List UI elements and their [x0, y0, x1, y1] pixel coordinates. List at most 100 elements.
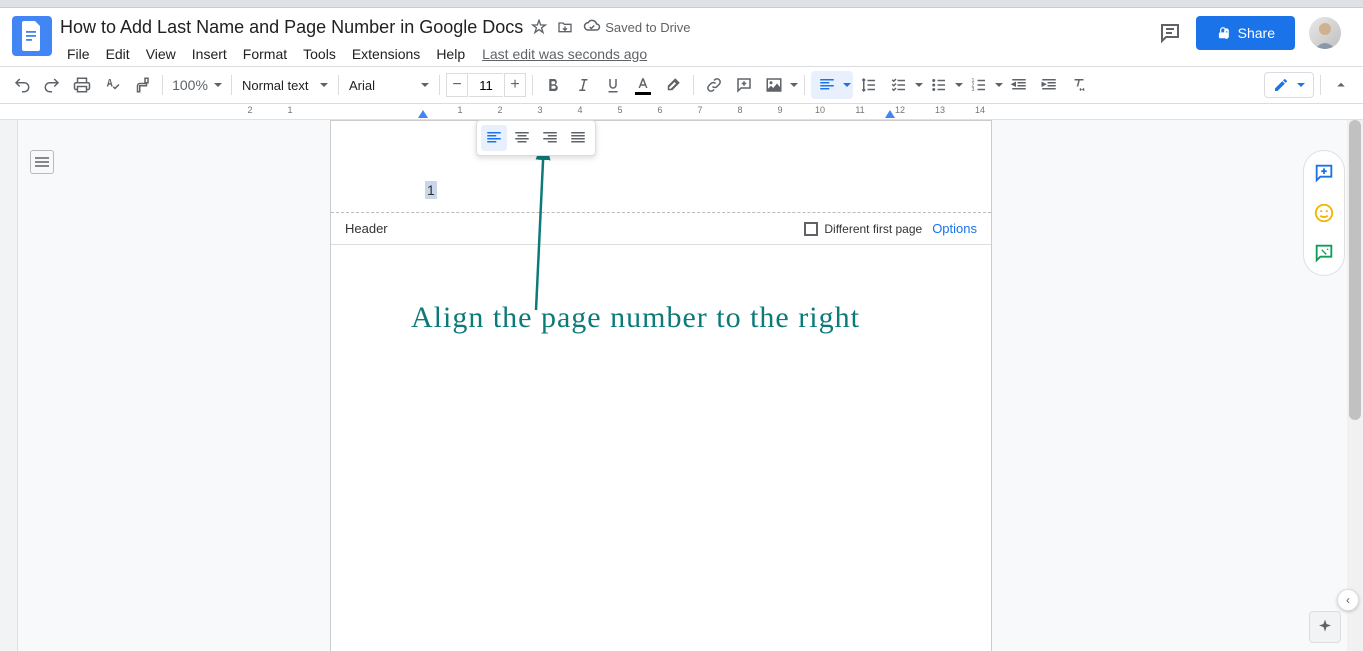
text-color-icon[interactable] — [629, 71, 657, 99]
bulleted-list-icon — [925, 71, 953, 99]
align-justify-option[interactable] — [565, 125, 591, 151]
numbered-list-icon: 123 — [965, 71, 993, 99]
vertical-ruler[interactable] — [0, 120, 18, 651]
font-dropdown[interactable]: Arial — [345, 71, 433, 99]
menu-view[interactable]: View — [139, 42, 183, 66]
ruler-num: 2 — [247, 105, 252, 115]
italic-icon[interactable] — [569, 71, 597, 99]
paint-format-icon[interactable] — [128, 71, 156, 99]
titlebar: How to Add Last Name and Page Number in … — [0, 8, 1363, 66]
redo-icon[interactable] — [38, 71, 66, 99]
menu-help[interactable]: Help — [429, 42, 472, 66]
comment-history-icon[interactable] — [1158, 21, 1182, 45]
horizontal-ruler[interactable]: 2 1 1 2 3 4 5 6 7 8 9 10 11 12 13 14 — [0, 104, 1363, 120]
align-popup — [476, 120, 596, 156]
numbered-list-dropdown[interactable]: 123 — [965, 71, 1003, 99]
ruler-num: 6 — [657, 105, 662, 115]
underline-icon[interactable] — [599, 71, 627, 99]
editing-mode-dropdown[interactable] — [1264, 72, 1314, 98]
menu-tools[interactable]: Tools — [296, 42, 343, 66]
menu-edit[interactable]: Edit — [99, 42, 137, 66]
hide-menus-icon[interactable] — [1327, 71, 1355, 99]
ruler-num: 3 — [537, 105, 542, 115]
indent-marker-left[interactable] — [418, 110, 428, 118]
bold-icon[interactable] — [539, 71, 567, 99]
vertical-scrollbar[interactable] — [1347, 120, 1363, 651]
align-icon — [813, 71, 841, 99]
docs-logo-icon[interactable] — [12, 16, 52, 56]
toolbar: 100% Normal text Arial − + 123 — [0, 66, 1363, 104]
different-first-page-checkbox[interactable]: Different first page — [804, 222, 922, 236]
annotation-text: Align the page number to the right — [411, 301, 860, 335]
menu-bar: File Edit View Insert Format Tools Exten… — [60, 42, 1158, 66]
checklist-dropdown[interactable] — [885, 71, 923, 99]
ruler-num: 14 — [975, 105, 985, 115]
ruler-num: 2 — [497, 105, 502, 115]
user-avatar[interactable] — [1309, 17, 1341, 49]
increase-indent-icon[interactable] — [1035, 71, 1063, 99]
align-center-option[interactable] — [509, 125, 535, 151]
font-size-control: − + — [446, 73, 526, 97]
decrease-indent-icon[interactable] — [1005, 71, 1033, 99]
menu-format[interactable]: Format — [236, 42, 294, 66]
menu-insert[interactable]: Insert — [185, 42, 234, 66]
page-number[interactable]: 1 — [425, 181, 437, 199]
ruler-num: 10 — [815, 105, 825, 115]
print-icon[interactable] — [68, 71, 96, 99]
suggest-edits-icon[interactable] — [1312, 241, 1336, 265]
ruler-num: 12 — [895, 105, 905, 115]
explore-button[interactable] — [1309, 611, 1341, 643]
font-size-decrease[interactable]: − — [446, 73, 468, 97]
indent-marker-right[interactable] — [885, 110, 895, 118]
ruler-num: 1 — [287, 105, 292, 115]
header-options-dropdown[interactable]: Options — [932, 221, 977, 236]
line-spacing-icon — [855, 71, 883, 99]
scrollbar-thumb[interactable] — [1349, 120, 1361, 420]
style-value: Normal text — [242, 78, 308, 93]
zoom-dropdown[interactable]: 100% — [169, 71, 225, 99]
ruler-num: 13 — [935, 105, 945, 115]
bulleted-list-dropdown[interactable] — [925, 71, 963, 99]
highlight-icon[interactable] — [659, 71, 687, 99]
document-title[interactable]: How to Add Last Name and Page Number in … — [60, 17, 523, 38]
tab-scroll-arrow[interactable]: ‹ — [1337, 589, 1359, 611]
ruler-num: 4 — [577, 105, 582, 115]
styles-dropdown[interactable]: Normal text — [238, 71, 332, 99]
last-edit-link[interactable]: Last edit was seconds ago — [482, 46, 647, 62]
clear-formatting-icon[interactable] — [1065, 71, 1093, 99]
ruler-num: 7 — [697, 105, 702, 115]
svg-text:3: 3 — [972, 87, 975, 93]
ruler-num: 8 — [737, 105, 742, 115]
move-icon[interactable] — [557, 19, 573, 35]
options-label: Options — [932, 221, 977, 236]
outline-toggle-icon[interactable] — [30, 150, 54, 174]
header-label: Header — [345, 221, 388, 236]
ruler-num: 1 — [457, 105, 462, 115]
line-spacing-dropdown[interactable] — [855, 71, 883, 99]
star-icon[interactable] — [531, 19, 547, 35]
document-page[interactable]: 1 Header Different first page Options Al… — [330, 120, 992, 651]
different-first-label: Different first page — [824, 222, 922, 236]
checkbox-icon — [804, 222, 818, 236]
spellcheck-icon[interactable] — [98, 71, 126, 99]
insert-link-icon[interactable] — [700, 71, 728, 99]
header-zone[interactable]: 1 — [331, 121, 991, 213]
font-value: Arial — [349, 78, 375, 93]
saved-status[interactable]: Saved to Drive — [583, 18, 690, 36]
zoom-value: 100% — [172, 77, 208, 93]
align-left-option[interactable] — [481, 125, 507, 151]
align-dropdown[interactable] — [811, 71, 853, 99]
side-tools — [1303, 150, 1345, 276]
undo-icon[interactable] — [8, 71, 36, 99]
font-size-increase[interactable]: + — [504, 73, 526, 97]
insert-image-dropdown[interactable] — [760, 71, 798, 99]
share-button[interactable]: Share — [1196, 16, 1295, 50]
menu-extensions[interactable]: Extensions — [345, 42, 427, 66]
add-comment-side-icon[interactable] — [1312, 161, 1336, 185]
align-right-option[interactable] — [537, 125, 563, 151]
menu-file[interactable]: File — [60, 42, 97, 66]
font-size-input[interactable] — [469, 73, 503, 97]
emoji-reaction-icon[interactable] — [1312, 201, 1336, 225]
add-comment-icon[interactable] — [730, 71, 758, 99]
checklist-icon — [885, 71, 913, 99]
